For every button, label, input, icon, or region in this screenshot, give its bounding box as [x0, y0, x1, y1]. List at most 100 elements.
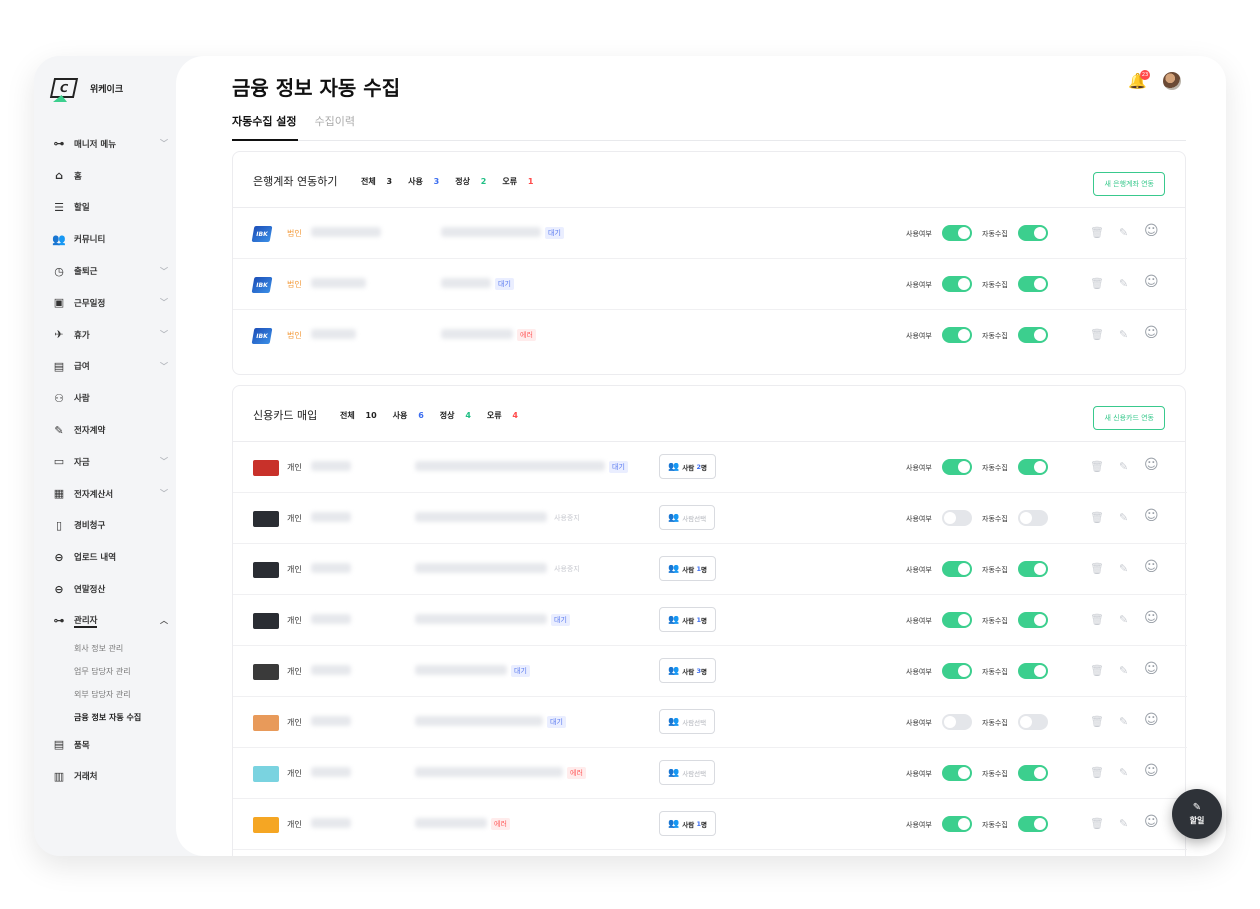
sidebar-item-15[interactable]: ⊶ 관리자 ︿ — [52, 605, 172, 637]
trash-icon[interactable]: 🗑 — [1090, 817, 1104, 830]
credit-card-row: 개인 에러 👥 사람선택 사용여부 자동수집 🗑 ✎ ☺ — [233, 748, 1187, 799]
sidebar-item-12[interactable]: ▯ 경비청구 — [52, 510, 172, 542]
use-toggle[interactable] — [942, 714, 972, 730]
face-icon[interactable]: ☺ — [1144, 274, 1159, 290]
auto-collect-toggle[interactable] — [1018, 561, 1048, 577]
face-icon[interactable]: ☺ — [1144, 223, 1159, 239]
edit-pencil-icon[interactable]: ✎ — [1119, 328, 1128, 341]
face-icon[interactable]: ☺ — [1144, 325, 1159, 341]
tab-auto-settings[interactable]: 자동수집 설정 — [232, 113, 297, 141]
auto-collect-toggle[interactable] — [1018, 510, 1048, 526]
edit-pencil-icon[interactable]: ✎ — [1119, 226, 1128, 239]
avatar[interactable] — [1163, 72, 1181, 90]
sidebar-bottom-item-1[interactable]: ▥ 거래처 — [52, 761, 172, 793]
sidebar-item-0[interactable]: ⊶ 매니저 메뉴 ﹀ — [52, 128, 172, 160]
use-toggle[interactable] — [942, 327, 972, 343]
use-toggle[interactable] — [942, 459, 972, 475]
edit-pencil-icon[interactable]: ✎ — [1119, 715, 1128, 728]
trash-icon[interactable]: 🗑 — [1090, 511, 1104, 524]
assign-person-button[interactable]: 👥 사람선택 — [659, 505, 716, 530]
use-toggle[interactable] — [942, 510, 972, 526]
trash-icon[interactable]: 🗑 — [1090, 613, 1104, 626]
face-icon[interactable]: ☺ — [1144, 763, 1159, 779]
card-number-masked — [311, 461, 351, 471]
face-icon[interactable]: ☺ — [1144, 610, 1159, 626]
edit-pencil-icon[interactable]: ✎ — [1119, 817, 1128, 830]
sidebar-item-5[interactable]: ▣ 근무일정 ﹀ — [52, 287, 172, 319]
sidebar-subitem-3[interactable]: 금융 정보 자동 수집 — [52, 706, 172, 729]
edit-pencil-icon[interactable]: ✎ — [1119, 277, 1128, 290]
face-icon[interactable]: ☺ — [1144, 559, 1159, 575]
face-icon[interactable]: ☺ — [1144, 457, 1159, 473]
use-label: 사용여부 — [906, 515, 932, 523]
auto-collect-toggle[interactable] — [1018, 816, 1048, 832]
trash-icon[interactable]: 🗑 — [1090, 226, 1104, 239]
tab-history[interactable]: 수집이력 — [315, 113, 355, 141]
sidebar-item-3[interactable]: 👥 커뮤니티 — [52, 223, 172, 255]
use-toggle[interactable] — [942, 225, 972, 241]
bank-section: 은행계좌 연동하기 전체 3 사용 3 정상 2 오류 1 새 은행계좌 연동 … — [232, 151, 1187, 375]
sidebar-subitem-2[interactable]: 외부 담당자 관리 — [52, 683, 172, 706]
assign-person-button[interactable]: 👥 사람 1명 — [659, 811, 716, 836]
edit-pencil-icon[interactable]: ✎ — [1119, 460, 1128, 473]
auto-collect-toggle[interactable] — [1018, 225, 1048, 241]
assign-person-button[interactable]: 👥 사람선택 — [659, 760, 716, 785]
edit-pencil-icon[interactable]: ✎ — [1119, 562, 1128, 575]
face-icon[interactable]: ☺ — [1144, 508, 1159, 524]
face-icon[interactable]: ☺ — [1144, 661, 1159, 677]
trash-icon[interactable]: 🗑 — [1090, 562, 1104, 575]
edit-pencil-icon[interactable]: ✎ — [1119, 613, 1128, 626]
logo[interactable]: C 위케이크 — [49, 78, 123, 102]
sidebar-item-label: 커뮤니티 — [74, 235, 106, 246]
auto-collect-toggle[interactable] — [1018, 276, 1048, 292]
sidebar-subitem-0[interactable]: 회사 정보 관리 — [52, 637, 172, 660]
edit-pencil-icon[interactable]: ✎ — [1119, 664, 1128, 677]
assign-person-button[interactable]: 👥 사람 3명 — [659, 658, 716, 683]
auto-collect-toggle[interactable] — [1018, 459, 1048, 475]
status-badge: 대기 — [551, 614, 570, 626]
use-toggle[interactable] — [942, 561, 972, 577]
auto-collect-toggle[interactable] — [1018, 663, 1048, 679]
sidebar-item-10[interactable]: ▭ 자금 ﹀ — [52, 446, 172, 478]
sidebar-bottom-item-0[interactable]: ▤ 품목 — [52, 729, 172, 761]
auto-collect-toggle[interactable] — [1018, 612, 1048, 628]
sidebar-item-7[interactable]: ▤ 급여 ﹀ — [52, 351, 172, 383]
fab-label: 할일 — [1189, 816, 1205, 825]
add-bank-account-button[interactable]: 새 은행계좌 연동 — [1093, 172, 1165, 196]
auto-collect-toggle[interactable] — [1018, 714, 1048, 730]
use-toggle[interactable] — [942, 816, 972, 832]
edit-pencil-icon[interactable]: ✎ — [1119, 511, 1128, 524]
auto-collect-toggle[interactable] — [1018, 327, 1048, 343]
use-toggle[interactable] — [942, 612, 972, 628]
sidebar-item-1[interactable]: ⌂ 홈 — [52, 160, 172, 192]
trash-icon[interactable]: 🗑 — [1090, 277, 1104, 290]
assign-person-button[interactable]: 👥 사람 2명 — [659, 454, 716, 479]
sidebar-item-4[interactable]: ◷ 출퇴근 ﹀ — [52, 255, 172, 287]
face-icon[interactable]: ☺ — [1144, 814, 1159, 830]
sidebar-item-6[interactable]: ✈ 휴가 ﹀ — [52, 319, 172, 351]
trash-icon[interactable]: 🗑 — [1090, 766, 1104, 779]
trash-icon[interactable]: 🗑 — [1090, 664, 1104, 677]
assign-person-button[interactable]: 👥 사람 1명 — [659, 607, 716, 632]
bank-stats: 전체 3 사용 3 정상 2 오류 1 — [361, 177, 534, 186]
add-credit-card-button[interactable]: 새 신용카드 연동 — [1093, 406, 1165, 430]
use-toggle[interactable] — [942, 276, 972, 292]
assign-person-button[interactable]: 👥 사람선택 — [659, 709, 716, 734]
auto-collect-toggle[interactable] — [1018, 765, 1048, 781]
todo-fab-button[interactable]: ✎ 할일 — [1172, 789, 1222, 839]
use-toggle[interactable] — [942, 765, 972, 781]
sidebar-item-2[interactable]: ☰ 할일 — [52, 192, 172, 224]
sidebar-item-14[interactable]: ⊖ 연말정산 — [52, 573, 172, 605]
edit-pencil-icon[interactable]: ✎ — [1119, 766, 1128, 779]
sidebar-item-9[interactable]: ✎ 전자계약 — [52, 414, 172, 446]
trash-icon[interactable]: 🗑 — [1090, 328, 1104, 341]
sidebar-item-8[interactable]: ⚇ 사람 — [52, 382, 172, 414]
use-toggle[interactable] — [942, 663, 972, 679]
sidebar-item-13[interactable]: ⊖ 업로드 내역 — [52, 541, 172, 573]
assign-person-button[interactable]: 👥 사람 1명 — [659, 556, 716, 581]
sidebar-subitem-1[interactable]: 업무 담당자 관리 — [52, 660, 172, 683]
sidebar-item-11[interactable]: ▦ 전자계산서 ﹀ — [52, 478, 172, 510]
trash-icon[interactable]: 🗑 — [1090, 715, 1104, 728]
trash-icon[interactable]: 🗑 — [1090, 460, 1104, 473]
face-icon[interactable]: ☺ — [1144, 712, 1159, 728]
